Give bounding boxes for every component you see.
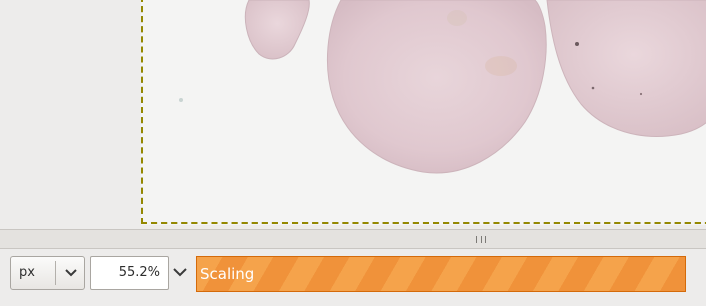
horizontal-scrollbar[interactable] xyxy=(0,229,706,249)
progress-label: Scaling xyxy=(200,265,255,283)
image-canvas[interactable] xyxy=(0,0,706,229)
unit-selector[interactable]: px xyxy=(10,256,85,290)
chevron-down-icon[interactable] xyxy=(169,258,191,288)
unit-separator xyxy=(55,261,56,285)
statusbar: px 55.2% Scaling xyxy=(0,249,706,306)
chevron-down-icon[interactable] xyxy=(63,266,79,280)
zoom-value[interactable]: 55.2% xyxy=(119,265,160,280)
unit-label: px xyxy=(19,265,35,280)
grip-icon[interactable] xyxy=(476,236,486,243)
flower-petals-image xyxy=(179,0,706,174)
image-layer[interactable] xyxy=(141,0,706,225)
progress-bar: Scaling xyxy=(196,256,686,292)
progress-fill xyxy=(197,257,685,291)
zoom-field[interactable]: 55.2% xyxy=(90,256,169,290)
